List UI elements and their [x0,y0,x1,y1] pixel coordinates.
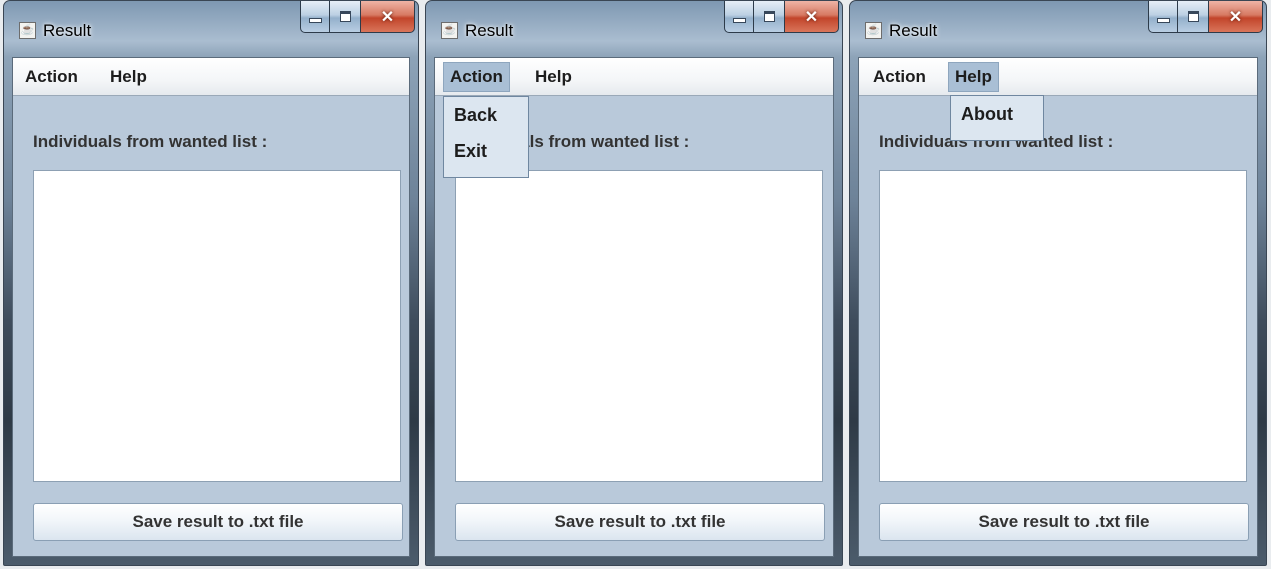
minimize-button[interactable] [1148,1,1178,33]
save-result-button[interactable]: Save result to .txt file [455,503,825,541]
menu-bar: Action Help [859,58,1257,96]
close-button[interactable]: ✕ [361,1,415,33]
action-menu-popup: Back Exit [443,96,529,178]
close-icon: ✕ [804,8,819,26]
maximize-button[interactable] [754,1,785,33]
result-window-2: ☕ Result ✕ Action Help Individuals from … [425,0,843,566]
wanted-list-box[interactable] [33,170,401,482]
minimize-button[interactable] [300,1,330,33]
window-content: Action Help Individuals from wanted list… [12,57,410,557]
window-title: Result [889,21,938,40]
close-button[interactable]: ✕ [785,1,839,33]
java-coffee-cup-icon[interactable]: ☕ [441,22,458,39]
title-bar[interactable]: ☕ Result ✕ [426,1,842,57]
minimize-button[interactable] [724,1,754,33]
close-icon: ✕ [1228,8,1243,26]
menu-bar: Action Help [435,58,833,96]
title-bar[interactable]: ☕ Result ✕ [850,1,1266,57]
maximize-icon [339,11,351,22]
result-window-1: ☕ Result ✕ Action Help Individuals from … [3,0,419,566]
menu-bar: Action Help [13,58,409,96]
menu-action[interactable]: Action [19,62,84,92]
java-coffee-cup-icon[interactable]: ☕ [865,22,882,39]
maximize-button[interactable] [1178,1,1209,33]
close-icon: ✕ [380,8,395,26]
save-result-button[interactable]: Save result to .txt file [33,503,403,541]
menu-help[interactable]: Help [104,62,153,92]
menu-action[interactable]: Action [443,62,510,92]
maximize-icon [763,11,775,22]
wanted-list-box[interactable] [455,170,823,482]
maximize-icon [1187,11,1199,22]
minimize-icon [1156,18,1170,23]
result-window-3: ☕ Result ✕ Action Help Individuals from … [849,0,1267,566]
menu-action[interactable]: Action [867,62,932,92]
list-label: Individuals from wanted list : [33,132,268,151]
menu-item-back[interactable]: Back [444,101,528,137]
minimize-icon [308,18,322,23]
help-menu-popup: About [950,95,1044,141]
maximize-button[interactable] [330,1,361,33]
java-coffee-cup-icon[interactable]: ☕ [19,22,36,39]
minimize-icon [732,18,746,23]
menu-item-about[interactable]: About [951,100,1043,136]
menu-help[interactable]: Help [948,62,999,92]
window-content: Action Help Individuals from wanted list… [858,57,1258,557]
title-bar[interactable]: ☕ Result ✕ [4,1,418,57]
menu-help[interactable]: Help [529,62,578,92]
window-title: Result [465,21,514,40]
save-result-button[interactable]: Save result to .txt file [879,503,1249,541]
close-button[interactable]: ✕ [1209,1,1263,33]
wanted-list-box[interactable] [879,170,1247,482]
window-title: Result [43,21,92,40]
menu-item-exit[interactable]: Exit [444,137,528,173]
